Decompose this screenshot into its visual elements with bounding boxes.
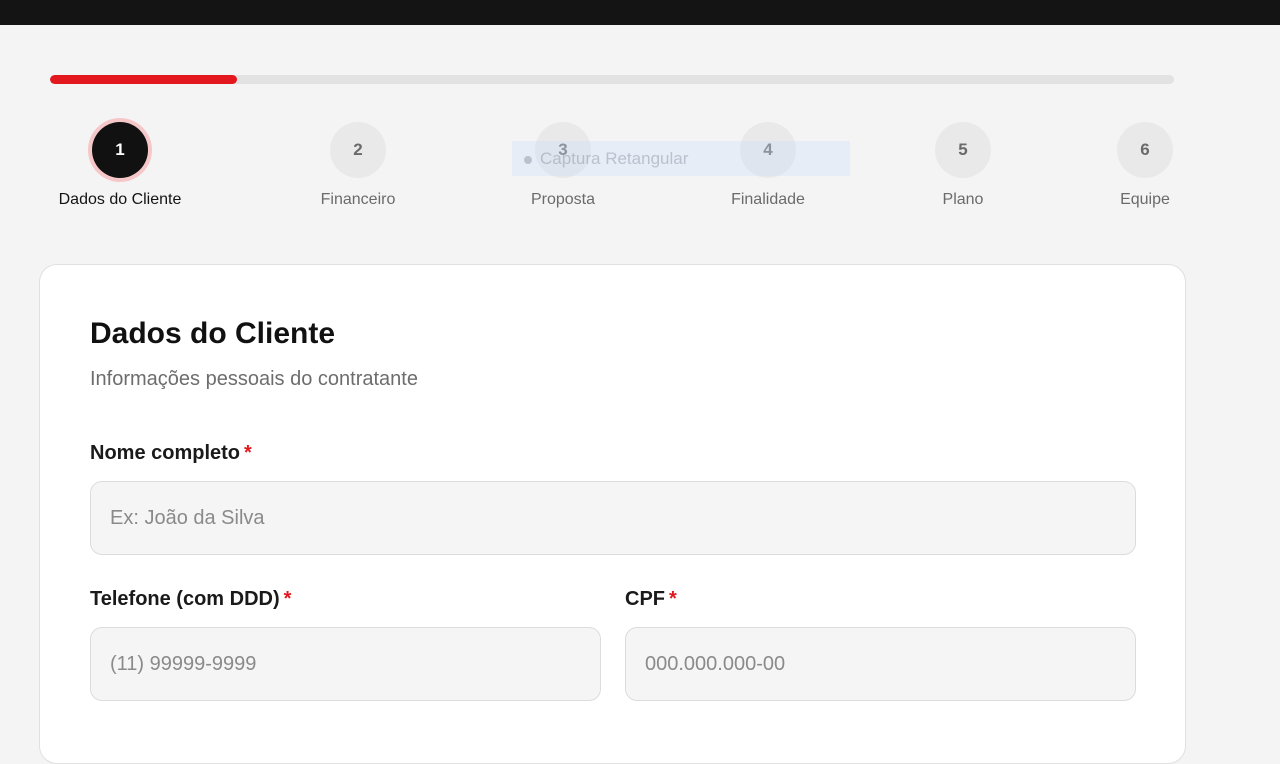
- step-6-label: Equipe: [1120, 191, 1170, 208]
- step-2-label: Financeiro: [320, 191, 396, 208]
- cpf-label-text: CPF: [625, 588, 665, 610]
- client-data-card: Dados do Cliente Informações pessoais do…: [39, 264, 1186, 764]
- phone-field-label: Telefone (com DDD) *: [90, 588, 291, 611]
- step-6[interactable]: 6 Equipe: [1065, 122, 1225, 209]
- top-bar: [0, 0, 1280, 25]
- step-4-label: Finalidade: [731, 191, 805, 208]
- step-2-circle: 2: [330, 122, 386, 178]
- phone-required-mark: *: [283, 588, 292, 610]
- progress-bar-fill: [50, 75, 238, 84]
- step-5-label: Plano: [942, 191, 984, 208]
- step-3-label: Proposta: [530, 191, 596, 208]
- form-subtitle: Informações pessoais do contratante: [90, 368, 418, 390]
- step-1-circle: 1: [92, 122, 148, 178]
- step-1[interactable]: 1 Dados do Cliente: [40, 122, 200, 209]
- step-3[interactable]: 3 Proposta: [483, 122, 643, 209]
- step-5[interactable]: 5 Plano: [883, 122, 1043, 209]
- cpf-required-mark: *: [669, 588, 677, 610]
- phone-input[interactable]: [90, 627, 601, 701]
- full-name-input[interactable]: [90, 481, 1136, 555]
- progress-bar: [50, 75, 1174, 84]
- step-4-circle: 4: [740, 122, 796, 178]
- cpf-input[interactable]: [625, 627, 1136, 701]
- step-5-circle: 5: [935, 122, 991, 178]
- name-label-text: Nome completo: [90, 442, 241, 464]
- step-3-circle: 3: [535, 122, 591, 178]
- name-required-mark: *: [244, 442, 252, 464]
- form-title: Dados do Cliente: [90, 317, 336, 350]
- name-field-label: Nome completo *: [90, 442, 252, 465]
- step-4[interactable]: 4 Finalidade: [688, 122, 848, 209]
- step-1-label: Dados do Cliente: [58, 191, 182, 208]
- phone-label-text: Telefone (com DDD): [90, 588, 280, 610]
- step-6-circle: 6: [1117, 122, 1173, 178]
- step-2[interactable]: 2 Financeiro: [278, 122, 438, 209]
- cpf-field-label: CPF *: [625, 588, 677, 611]
